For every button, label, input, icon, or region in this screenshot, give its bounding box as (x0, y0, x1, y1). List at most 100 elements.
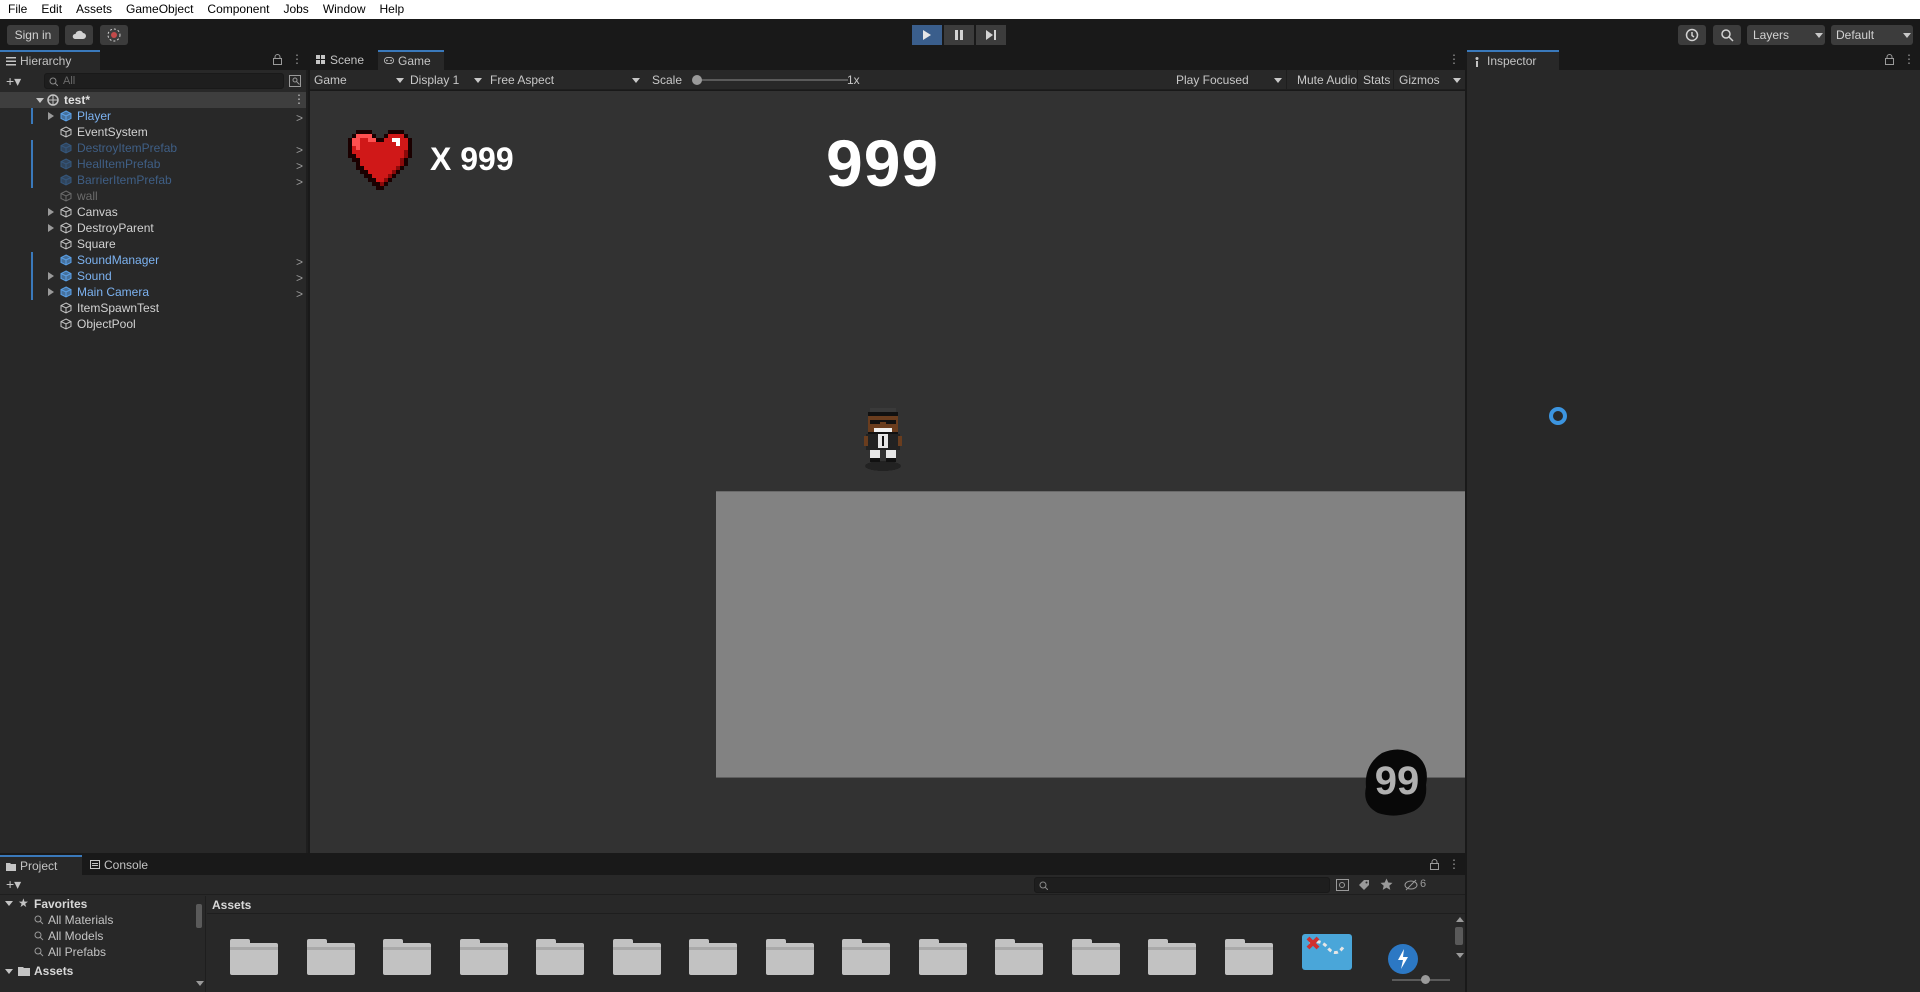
asset-folder[interactable] (536, 937, 584, 975)
lock-icon[interactable] (1430, 859, 1439, 870)
filter-icon[interactable] (289, 75, 301, 87)
search-button[interactable] (1713, 25, 1741, 45)
scroll-thumb[interactable] (1455, 927, 1463, 945)
hierarchy-item[interactable]: ObjectPool (0, 316, 306, 332)
asset-package-file[interactable] (1388, 944, 1418, 974)
favorites-title[interactable]: Favorites (34, 897, 87, 911)
expand-arrow-icon[interactable] (48, 272, 54, 280)
sign-in-button[interactable]: Sign in (7, 25, 59, 45)
expand-arrow-icon[interactable] (36, 98, 44, 103)
step-button[interactable] (976, 25, 1006, 45)
aspect-dropdown[interactable]: Free Aspect (490, 70, 642, 90)
collab-button[interactable] (100, 25, 128, 45)
hierarchy-item[interactable]: BarrierItemPrefab > (0, 172, 306, 189)
project-kebab-icon[interactable]: ⋮ (1448, 858, 1460, 870)
favorite-star-icon[interactable] (1380, 878, 1393, 891)
menu-component[interactable]: Component (199, 0, 275, 19)
cloud-button[interactable] (65, 25, 93, 45)
lock-icon[interactable] (1885, 54, 1894, 65)
hierarchy-item[interactable]: wall (0, 188, 306, 204)
project-search-input[interactable] (1034, 877, 1330, 893)
menu-jobs[interactable]: Jobs (275, 0, 314, 19)
scale-slider-thumb[interactable] (692, 75, 702, 85)
asset-folder[interactable] (842, 937, 890, 975)
menu-gameobject[interactable]: GameObject (118, 0, 199, 19)
search-by-type-icon[interactable] (1336, 879, 1349, 891)
expand-arrow-icon[interactable] (48, 288, 54, 296)
gizmos-dropdown[interactable]: Gizmos (1393, 70, 1463, 90)
game-view[interactable]: X 999 999 99 (310, 91, 1465, 853)
center-kebab-icon[interactable]: ⋮ (1448, 53, 1460, 65)
expand-arrow-icon[interactable] (48, 224, 54, 232)
expand-arrow-icon[interactable] (48, 112, 54, 120)
search-by-label-icon[interactable] (1358, 879, 1370, 891)
inspector-kebab-icon[interactable]: ⋮ (1903, 53, 1915, 65)
tree-scroll-down-icon[interactable] (196, 981, 204, 986)
hierarchy-item[interactable]: ItemSpawnTest (0, 300, 306, 316)
display-dropdown[interactable]: Display 1 (410, 70, 484, 90)
asset-folder[interactable] (765, 937, 814, 975)
menu-window[interactable]: Window (315, 0, 372, 19)
hidden-packages-icon[interactable] (1404, 879, 1418, 891)
breadcrumb[interactable]: Assets (212, 898, 251, 912)
play-button[interactable] (912, 25, 942, 45)
hierarchy-item[interactable]: Sound > (0, 268, 306, 285)
expand-arrow-icon[interactable] (48, 208, 54, 216)
asset-folder[interactable] (918, 937, 967, 975)
create-add-icon[interactable]: +▾ (6, 877, 21, 891)
tab-scene[interactable]: Scene (310, 50, 376, 70)
hierarchy-item[interactable]: Player > (0, 108, 306, 125)
play-focused-dropdown[interactable]: Play Focused (1176, 70, 1284, 90)
history-button[interactable] (1678, 25, 1706, 45)
grid-scrollbar[interactable] (1454, 917, 1464, 992)
project-toolbar: +▾ 6 (0, 875, 1465, 895)
asset-folder[interactable] (230, 937, 278, 975)
asset-folder[interactable] (383, 937, 431, 975)
tab-game[interactable]: Game (378, 50, 444, 70)
zoom-slider-thumb[interactable] (1421, 975, 1430, 984)
menu-assets[interactable]: Assets (68, 0, 118, 19)
mute-audio-button[interactable]: Mute Audio (1286, 70, 1357, 90)
asset-folder[interactable] (306, 937, 355, 975)
add-icon[interactable]: +▾ (6, 74, 21, 88)
layout-dropdown[interactable]: Default (1831, 25, 1913, 45)
asset-folder[interactable] (689, 937, 737, 975)
hierarchy-item[interactable]: SoundManager > (0, 252, 306, 269)
hierarchy-item[interactable]: EventSystem (0, 124, 306, 140)
scale-slider-track[interactable] (696, 79, 848, 81)
game-mode-dropdown[interactable]: Game (314, 70, 406, 90)
hierarchy-item[interactable]: DestroyItemPrefab > (0, 140, 306, 157)
panel-divider[interactable] (306, 70, 308, 853)
tab-inspector[interactable]: Inspector (1467, 50, 1559, 70)
pause-button[interactable] (944, 25, 974, 45)
menu-help[interactable]: Help (372, 0, 411, 19)
hierarchy-item[interactable]: HealItemPrefab > (0, 156, 306, 173)
scene-row[interactable]: test* ⋮ (0, 92, 308, 108)
hierarchy-item[interactable]: Square (0, 236, 306, 252)
hierarchy-item[interactable]: Canvas (0, 204, 306, 220)
asset-folder[interactable] (1071, 937, 1120, 975)
tab-project[interactable]: Project (0, 855, 82, 875)
asset-folder[interactable] (1148, 937, 1196, 975)
asset-map-file[interactable] (1302, 934, 1352, 970)
scene-menu-icon[interactable]: ⋮ (293, 93, 305, 105)
hierarchy-item[interactable]: DestroyParent (0, 220, 306, 236)
tab-hierarchy[interactable]: Hierarchy (0, 50, 100, 70)
favorites-arrow-icon[interactable] (5, 901, 13, 906)
layers-dropdown[interactable]: Layers (1747, 25, 1825, 45)
asset-folder[interactable] (612, 937, 661, 975)
stats-button[interactable]: Stats (1357, 70, 1390, 90)
menu-file[interactable]: File (0, 0, 33, 19)
asset-folder[interactable] (995, 937, 1043, 975)
asset-folder[interactable] (459, 937, 508, 975)
menu-edit[interactable]: Edit (33, 0, 68, 19)
hierarchy-search-input[interactable]: All (44, 73, 284, 89)
assets-arrow-icon[interactable] (5, 969, 13, 974)
kebab-menu-icon[interactable]: ⋮ (291, 53, 303, 65)
hierarchy-item[interactable]: Main Camera > (0, 284, 306, 301)
assets-root-label[interactable]: Assets (34, 964, 73, 978)
lock-icon[interactable] (273, 54, 282, 65)
tab-console[interactable]: Console (84, 855, 164, 875)
asset-folder[interactable] (1224, 937, 1273, 975)
tree-scrollbar[interactable] (196, 904, 202, 928)
